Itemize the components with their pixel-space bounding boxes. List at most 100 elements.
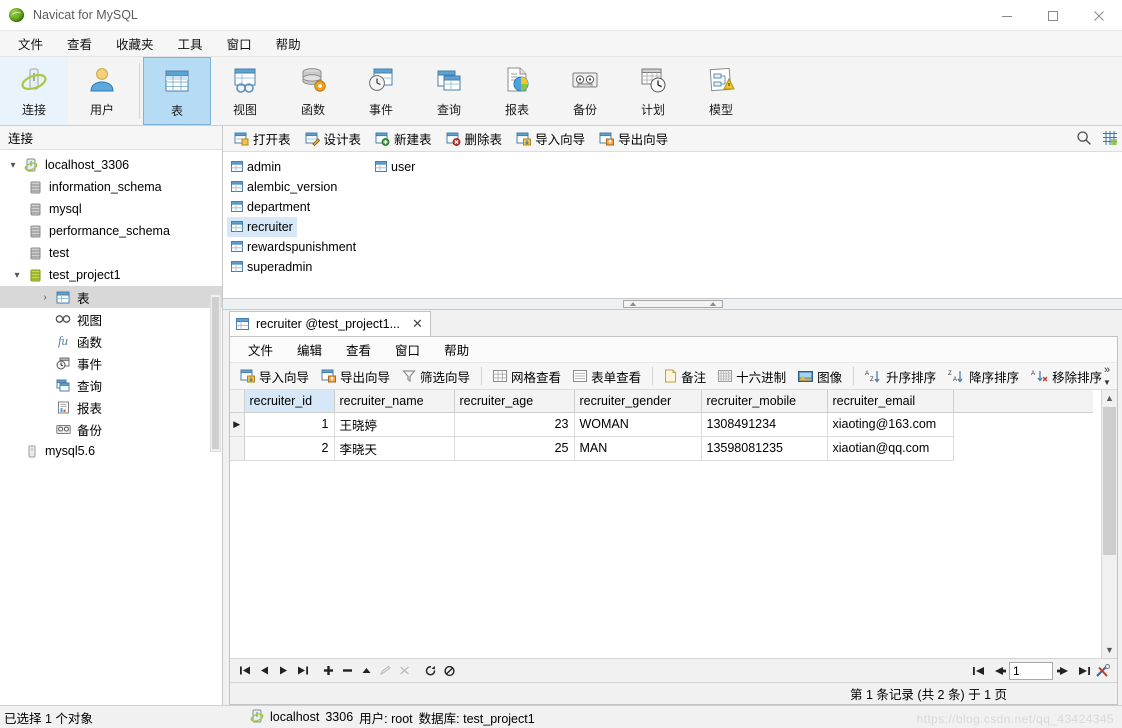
search-icon[interactable] [1076, 130, 1092, 149]
sidebar-item-queries[interactable]: 查询 [0, 374, 222, 396]
new-table-button[interactable]: 新建表 [368, 127, 439, 150]
menu-help[interactable]: 帮助 [264, 30, 313, 57]
cell-recruiter-email[interactable]: xiaoting@163.com [827, 412, 954, 437]
cell-recruiter-mobile[interactable]: 13598081235 [701, 436, 828, 461]
hex-button[interactable]: 十六进制 [712, 365, 792, 388]
scrollbar-thumb[interactable] [1103, 407, 1116, 555]
edit-record-button[interactable] [376, 661, 395, 681]
memo-button[interactable]: 备注 [658, 365, 712, 388]
image-button[interactable]: 图像 [792, 365, 848, 388]
toolbar-user[interactable]: 用户 [68, 57, 136, 125]
sort-asc-button[interactable]: AZ 升序排序 [859, 365, 942, 388]
horizontal-splitter[interactable] [223, 299, 1122, 310]
import-wizard-button[interactable]: 导入向导 [509, 127, 592, 150]
toolbar-query[interactable]: 查询 [415, 57, 483, 125]
cell-recruiter-name[interactable]: 王晓婷 [334, 412, 455, 437]
table-row[interactable]: 2 李晓天 25 MAN 13598081235 xiaotian@qq.com [230, 436, 1093, 461]
toolbar-event[interactable]: 事件 [347, 57, 415, 125]
toolbar-report[interactable]: 报表 [483, 57, 551, 125]
sort-desc-button[interactable]: ZA 降序排序 [942, 365, 1025, 388]
scroll-down-arrow-icon[interactable]: ▼ [1102, 642, 1117, 658]
cell-recruiter-id[interactable]: 2 [244, 436, 335, 461]
table-object-list[interactable]: admin alembic_version department recruit… [223, 152, 1122, 299]
sidebar-item-events[interactable]: 事件 [0, 352, 222, 374]
list-item[interactable]: superadmin [227, 257, 316, 277]
sidebar-item-tables[interactable]: › 表 [0, 286, 222, 308]
first-page-button[interactable] [969, 661, 989, 681]
sidebar-scrollbar[interactable] [210, 294, 221, 452]
scroll-up-arrow-icon[interactable]: ▲ [1102, 390, 1117, 406]
tree-node-localhost_3306[interactable]: ▾ localhost_3306 [0, 154, 222, 176]
list-item[interactable]: user [371, 157, 419, 177]
tree-node-performance_schema[interactable]: performance_schema [0, 220, 222, 242]
list-item[interactable]: rewardspunishment [227, 237, 360, 257]
tools-icon[interactable] [1093, 661, 1113, 681]
cell-recruiter-mobile[interactable]: 1308491234 [701, 412, 828, 437]
cancel-edit-button[interactable] [395, 661, 414, 681]
tree-node-information_schema[interactable]: information_schema [0, 176, 222, 198]
column-header-recruiter-age[interactable]: recruiter_age [454, 390, 575, 413]
grid-layout-icon[interactable] [1102, 130, 1118, 149]
prev-record-button[interactable] [255, 661, 274, 681]
inner-menu-window[interactable]: 窗口 [383, 336, 432, 363]
list-item[interactable]: admin [227, 157, 285, 177]
toolbar-table[interactable]: 表 [143, 57, 211, 125]
tree-node-mysql5_6[interactable]: mysql5.6 [0, 440, 222, 462]
last-record-button[interactable] [293, 661, 312, 681]
cell-recruiter-email[interactable]: xiaotian@qq.com [827, 436, 954, 461]
sidebar-item-functions[interactable]: fu 函数 [0, 330, 222, 352]
next-page-button[interactable] [1053, 661, 1073, 681]
cell-recruiter-id[interactable]: 1 [244, 412, 335, 437]
toolbar-view[interactable]: 视图 [211, 57, 279, 125]
table-row[interactable]: ▶ 1 王晓婷 23 WOMAN 1308491234 xiaoting@163… [230, 412, 1093, 437]
delete-record-button[interactable] [338, 661, 357, 681]
toolbar-schedule[interactable]: 计划 [619, 57, 687, 125]
list-item[interactable]: department [227, 197, 314, 217]
apply-change-button[interactable] [357, 661, 376, 681]
filter-wizard-button[interactable]: 筛选向导 [396, 365, 476, 388]
first-record-button[interactable] [236, 661, 255, 681]
list-item-recruiter[interactable]: recruiter [227, 217, 297, 237]
data-import-wizard-button[interactable]: 导入向导 [234, 365, 315, 388]
toolbar-overflow-button[interactable]: » ▼ [1100, 364, 1114, 389]
menu-file[interactable]: 文件 [6, 30, 55, 57]
tree-node-test_project1[interactable]: ▾ test_project1 [0, 264, 222, 286]
insert-record-button[interactable] [319, 661, 338, 681]
menu-tools[interactable]: 工具 [166, 30, 215, 57]
sidebar-item-reports[interactable]: 报表 [0, 396, 222, 418]
inner-menu-edit[interactable]: 编辑 [285, 336, 334, 363]
menu-view[interactable]: 查看 [55, 30, 104, 57]
data-export-wizard-button[interactable]: 导出向导 [315, 365, 396, 388]
grid-view-button[interactable]: 网格查看 [487, 365, 567, 388]
column-header-recruiter-email[interactable]: recruiter_email [827, 390, 954, 413]
tree-node-mysql[interactable]: mysql [0, 198, 222, 220]
menu-window[interactable]: 窗口 [215, 30, 264, 57]
column-header-recruiter-name[interactable]: recruiter_name [334, 390, 455, 413]
next-record-button[interactable] [274, 661, 293, 681]
grid-vertical-scrollbar[interactable]: ▲ ▼ [1101, 390, 1117, 658]
maximize-button[interactable] [1030, 0, 1076, 31]
form-view-button[interactable]: 表单查看 [567, 365, 647, 388]
prev-page-button[interactable] [989, 661, 1009, 681]
inner-menu-view[interactable]: 查看 [334, 336, 383, 363]
toolbar-connection[interactable]: 连接 [0, 57, 68, 125]
toolbar-backup[interactable]: 备份 [551, 57, 619, 125]
cell-recruiter-name[interactable]: 李晓天 [334, 436, 455, 461]
close-button[interactable] [1076, 0, 1122, 31]
data-grid[interactable]: recruiter_id recruiter_name recruiter_ag… [230, 390, 1101, 658]
stop-button[interactable] [440, 661, 459, 681]
open-table-button[interactable]: 打开表 [227, 127, 298, 150]
cell-recruiter-gender[interactable]: MAN [574, 436, 702, 461]
column-header-recruiter-gender[interactable]: recruiter_gender [574, 390, 702, 413]
tab-close-icon[interactable]: ✕ [412, 316, 423, 332]
cell-recruiter-gender[interactable]: WOMAN [574, 412, 702, 437]
chevron-right-icon[interactable]: › [36, 292, 54, 303]
minimize-button[interactable] [984, 0, 1030, 31]
cell-recruiter-age[interactable]: 25 [454, 436, 575, 461]
page-number-input[interactable] [1009, 662, 1053, 680]
last-page-button[interactable] [1073, 661, 1093, 681]
inner-menu-file[interactable]: 文件 [236, 336, 285, 363]
toolbar-function[interactable]: 函数 [279, 57, 347, 125]
inner-menu-help[interactable]: 帮助 [432, 336, 481, 363]
chevron-down-icon[interactable]: ▾ [4, 160, 22, 171]
